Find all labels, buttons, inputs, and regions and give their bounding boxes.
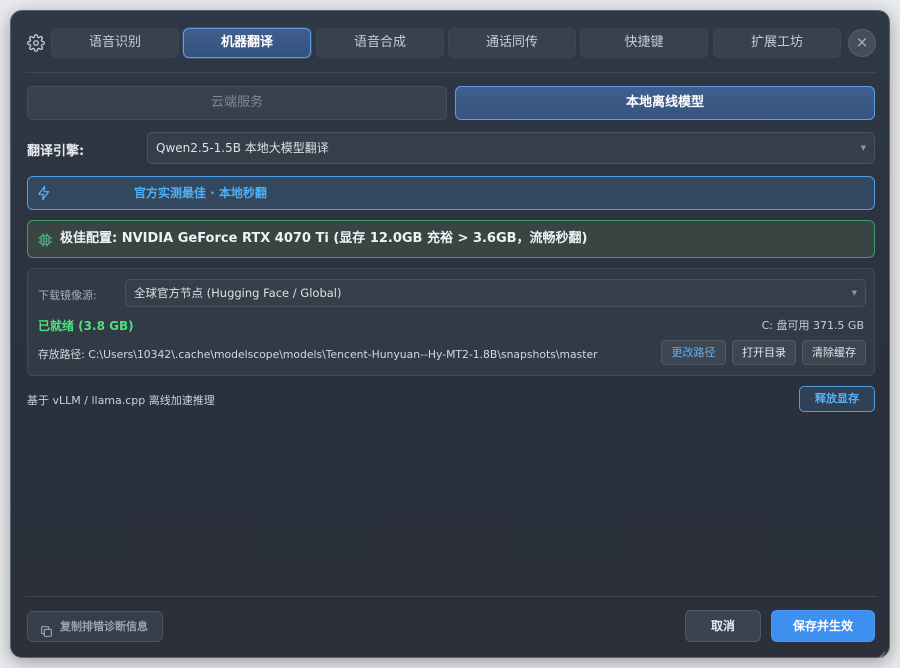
chevron-down-icon: ▼ [860, 144, 866, 152]
engine-label: 翻译引擎: [27, 144, 85, 159]
clear-cache-button[interactable]: 清除缓存 [802, 340, 866, 365]
cloud-service-button[interactable]: 云端服务 [27, 86, 447, 120]
change-path-button[interactable]: 更改路径 [661, 340, 726, 365]
model-status: 已就绪 (3.8 GB) [38, 319, 134, 333]
tab-machine-translation[interactable]: 机器翻译 [183, 28, 311, 58]
resize-handle-icon[interactable] [876, 644, 886, 659]
tab-call-interpretation[interactable]: 通话同传 [448, 28, 576, 58]
chevron-down-icon: ▼ [851, 289, 857, 297]
model-panel: 下载镜像源: 全球官方节点 (Hugging Face / Global) ▼ … [27, 268, 875, 376]
divider [25, 72, 877, 73]
copy-diagnostics-label: 复制排错诊断信息 [60, 620, 148, 633]
open-directory-button[interactable]: 打开目录 [732, 340, 796, 365]
tab-speech-synthesis[interactable]: 语音合成 [316, 28, 444, 58]
tab-bar: 语音识别 机器翻译 语音合成 通话同传 快捷键 扩展工坊 × [25, 28, 877, 58]
save-apply-button[interactable]: 保存并生效 [771, 610, 875, 642]
divider [25, 596, 877, 597]
recommendation-text: 官方实测最佳 · 本地秒翻 [134, 186, 267, 200]
cancel-button[interactable]: 取消 [685, 610, 761, 642]
copy-diagnostics-button[interactable]: 复制排错诊断信息 [27, 611, 163, 642]
tab-speech-recognition[interactable]: 语音识别 [51, 28, 179, 58]
hardware-status-banner: 极佳配置: NVIDIA GeForce RTX 4070 Ti (显存 12.… [27, 220, 875, 258]
hardware-status-text: 极佳配置: NVIDIA GeForce RTX 4070 Ti (显存 12.… [60, 231, 588, 246]
close-icon[interactable]: × [848, 29, 876, 57]
chip-icon [37, 232, 53, 248]
engine-select[interactable]: Qwen2.5-1.5B 本地大模型翻译 ▼ [147, 132, 875, 164]
gear-icon[interactable] [27, 34, 45, 52]
mirror-select-value: 全球官方节点 (Hugging Face / Global) [134, 286, 342, 300]
inference-note: 基于 vLLM / llama.cpp 离线加速推理 [27, 394, 215, 407]
local-offline-model-button[interactable]: 本地离线模型 [455, 86, 875, 120]
copy-icon [40, 620, 53, 637]
engine-select-value: Qwen2.5-1.5B 本地大模型翻译 [156, 141, 329, 155]
tab-extensions[interactable]: 扩展工坊 [713, 28, 841, 58]
release-vram-button[interactable]: 释放显存 [799, 386, 875, 412]
mirror-label: 下载镜像源: [38, 289, 97, 302]
settings-dialog: 语音识别 机器翻译 语音合成 通话同传 快捷键 扩展工坊 × 云端服务 本地离线… [10, 10, 890, 659]
recommendation-banner: 官方实测最佳 · 本地秒翻 [27, 176, 875, 210]
tab-shortcuts[interactable]: 快捷键 [580, 28, 708, 58]
disk-free-space: C: 盘可用 371.5 GB [761, 319, 864, 332]
lightning-icon [36, 185, 52, 201]
mirror-select[interactable]: 全球官方节点 (Hugging Face / Global) ▼ [125, 279, 866, 307]
model-path: 存放路径: C:\Users\10342\.cache\modelscope\m… [38, 348, 598, 361]
